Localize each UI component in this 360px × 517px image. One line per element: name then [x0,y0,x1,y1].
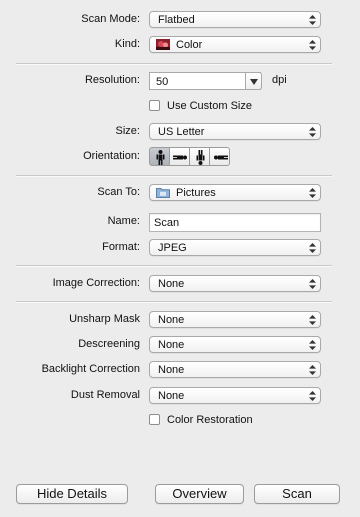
popup-arrows-icon [309,243,316,253]
kind-label: Kind: [114,38,140,50]
popup-arrows-icon [309,391,316,401]
portrait-flipped-icon [196,150,205,165]
scan-mode-label: Scan Mode: [81,13,140,25]
portrait-icon [156,150,165,165]
descreening-popup[interactable]: None [149,336,321,353]
backlight-popup[interactable]: None [149,361,321,378]
landscape-right-icon [214,155,228,160]
separator [16,265,332,267]
resolution-value: 50 [156,76,169,88]
orientation-landscape-left-button[interactable] [169,147,190,166]
folder-icon [156,188,170,198]
name-value: Scan [154,217,180,229]
popup-arrows-icon [309,15,316,25]
resolution-label: Resolution: [84,74,140,86]
scan-mode-popup[interactable]: Flatbed [149,11,321,28]
custom-size-checkbox[interactable] [149,100,160,111]
size-row: Size: US Letter [0,121,360,143]
orientation-row: Orientation: [0,146,360,168]
color-restoration-checkbox[interactable] [149,414,160,425]
dust-removal-value: None [158,390,185,402]
popup-arrows-icon [309,315,316,325]
popup-arrows-icon [309,340,316,350]
orientation-landscape-right-button[interactable] [209,147,230,166]
backlight-row: Backlight Correction None [0,359,360,381]
name-field[interactable]: Scan [149,213,321,232]
overview-button[interactable]: Overview [155,484,244,504]
descreening-label: Descreening [78,338,140,350]
backlight-value: None [158,364,185,376]
separator [16,301,332,303]
kind-value: Color [176,39,203,51]
size-value: US Letter [158,126,205,138]
chevron-down-icon [250,79,258,85]
image-correction-label: Image Correction: [52,277,140,289]
name-label: Name: [107,215,140,227]
orientation-portrait-button[interactable] [149,147,170,166]
popup-arrows-icon [309,365,316,375]
popup-arrows-icon [309,279,316,289]
descreening-row: Descreening None [0,334,360,356]
custom-size-row: Use Custom Size [0,96,360,118]
format-popup[interactable]: JPEG [149,239,321,256]
dust-removal-label: Dust Removal [70,389,140,401]
size-popup[interactable]: US Letter [149,123,321,140]
popup-arrows-icon [309,40,316,50]
resolution-dropdown-button[interactable] [245,72,262,90]
kind-popup[interactable]: Color [149,36,321,53]
landscape-left-icon [173,155,187,160]
popup-arrows-icon [309,127,316,137]
scan-mode-value: Flatbed [158,14,195,26]
unsharp-mask-row: Unsharp Mask None [0,309,360,331]
color-restoration-label[interactable]: Color Restoration [167,414,253,426]
separator [16,63,332,65]
backlight-label: Backlight Correction [41,363,140,375]
size-label: Size: [115,125,140,137]
unsharp-mask-value: None [158,314,185,326]
image-correction-popup[interactable]: None [149,275,321,292]
format-value: JPEG [158,242,187,254]
dpi-unit: dpi [272,74,287,86]
scan-to-value: Pictures [176,187,216,199]
orientation-portrait-flipped-button[interactable] [189,147,210,166]
scan-to-label: Scan To: [97,186,140,198]
image-correction-value: None [158,278,185,290]
separator [16,175,332,177]
scan-to-row: Scan To: Pictures [0,182,360,204]
scan-to-popup[interactable]: Pictures [149,184,321,201]
scan-button[interactable]: Scan [254,484,340,504]
custom-size-label[interactable]: Use Custom Size [167,100,252,112]
popup-arrows-icon [309,188,316,198]
dust-removal-row: Dust Removal None [0,385,360,407]
image-correction-row: Image Correction: None [0,273,360,295]
unsharp-mask-popup[interactable]: None [149,311,321,328]
format-label: Format: [102,241,140,253]
orientation-label: Orientation: [83,150,140,162]
color-swatch-icon [156,39,170,50]
unsharp-mask-label: Unsharp Mask [69,313,140,325]
dust-removal-popup[interactable]: None [149,387,321,404]
resolution-row: Resolution: 50 dpi [0,70,360,92]
kind-row: Kind: Color [0,34,360,56]
descreening-value: None [158,339,185,351]
scan-mode-row: Scan Mode: Flatbed [0,9,360,31]
name-row: Name: Scan [0,211,360,233]
hide-details-button[interactable]: Hide Details [16,484,128,504]
format-row: Format: JPEG [0,237,360,259]
color-restoration-row: Color Restoration [0,410,360,432]
